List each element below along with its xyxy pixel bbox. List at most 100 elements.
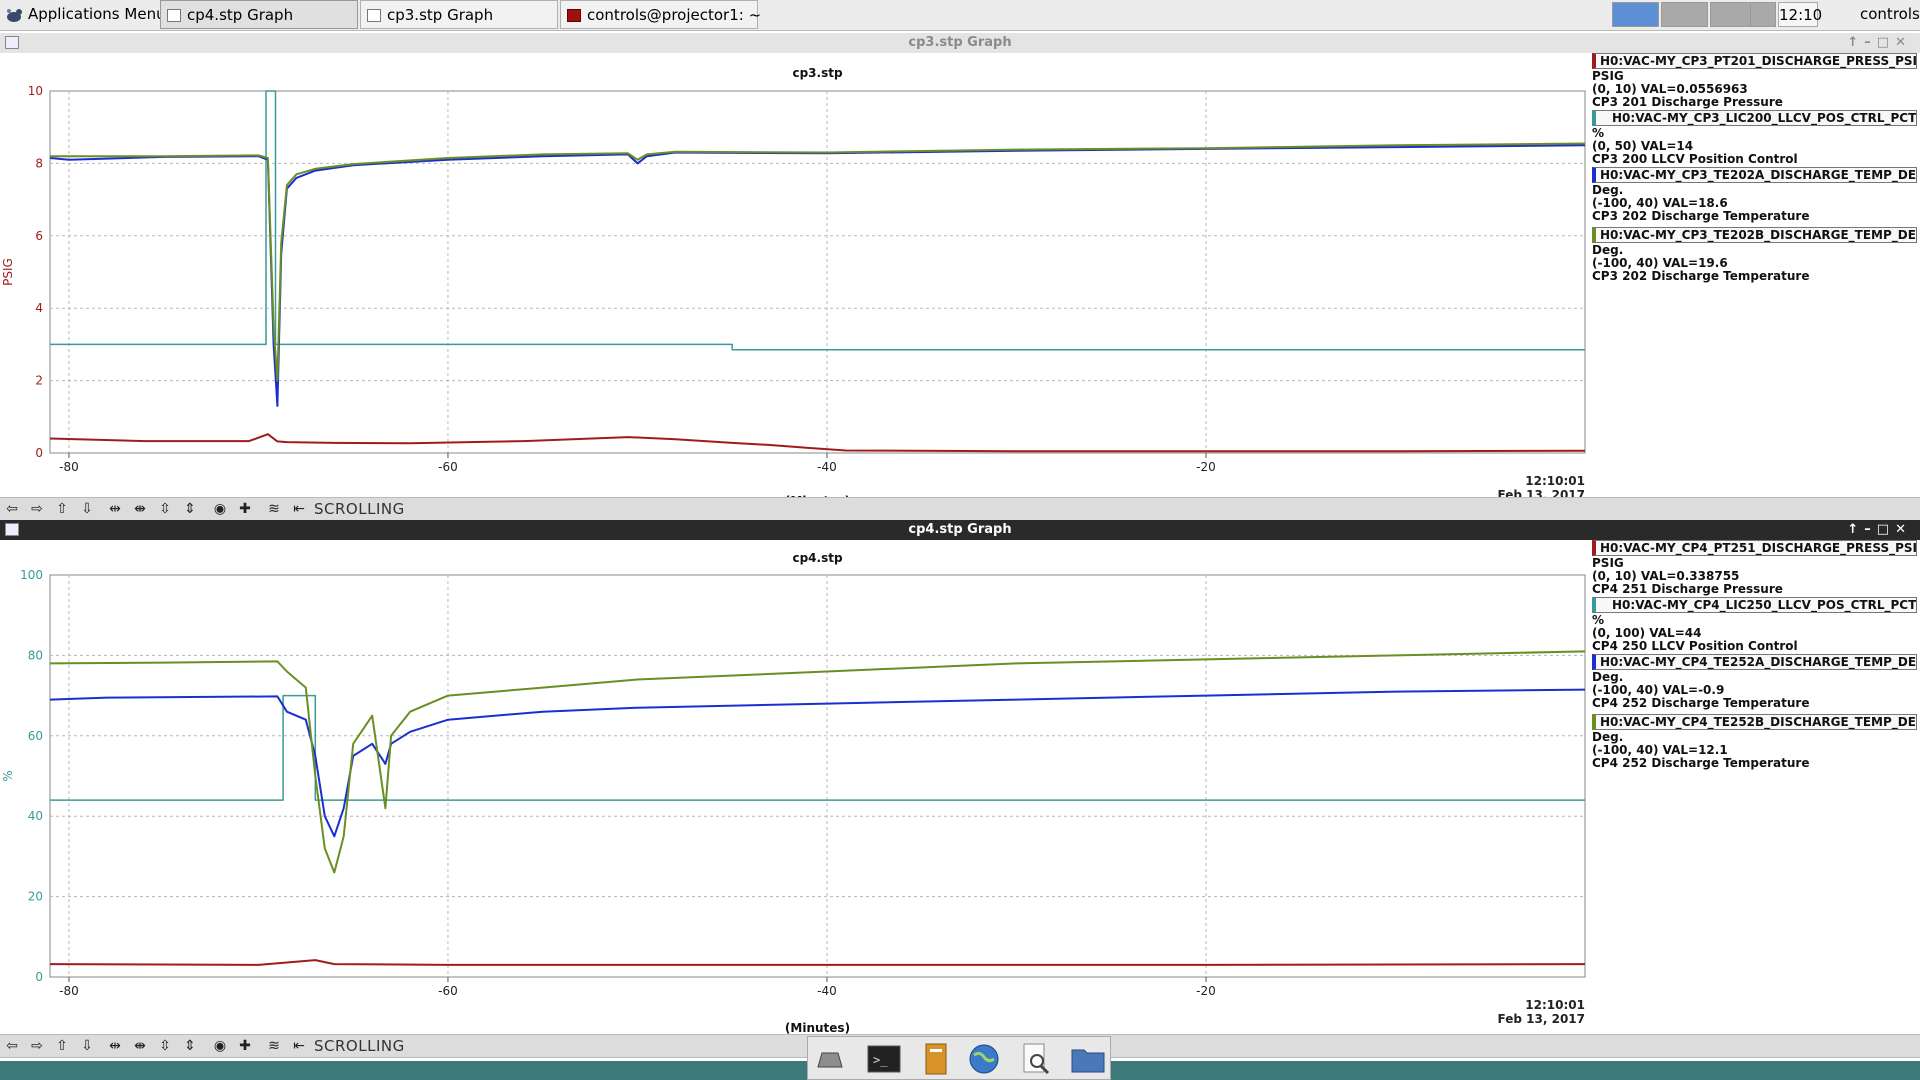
web-browser-icon[interactable] (966, 1041, 1002, 1077)
x-axis-label: (Minutes) (785, 1021, 850, 1035)
x-end-time-label: 12:10:01 (1525, 474, 1585, 488)
app-finder-icon[interactable] (1018, 1041, 1054, 1077)
add-icon[interactable]: ✚ (235, 1037, 255, 1055)
x-tick-label: -40 (817, 460, 837, 474)
scroll-to-end-icon[interactable]: ⇤ (289, 1037, 309, 1055)
y-tick-label: 40 (28, 809, 43, 823)
scroll-status: SCROLLING (314, 500, 405, 518)
x-tick-label: -40 (817, 984, 837, 998)
chart-title: cp3.stp (792, 66, 842, 80)
stop-icon[interactable]: ◉ (210, 1037, 230, 1055)
zoom-y-in-icon[interactable]: ⇳ (155, 1037, 175, 1055)
legend-channel-name[interactable]: H0:VAC-MY_CP3_TE202B_DISCHARGE_TEMP_DEGC (1592, 227, 1917, 243)
pan-down-icon[interactable]: ⇩ (77, 500, 97, 518)
minimize-icon[interactable]: – (1864, 35, 1877, 50)
legend-item[interactable]: H0:VAC-MY_CP3_TE202B_DISCHARGE_TEMP_DEGC… (1592, 227, 1917, 283)
file-manager-icon[interactable] (918, 1041, 954, 1077)
y-tick-label: 80 (28, 648, 43, 662)
task-terminal[interactable]: controls@projector1: ~ (560, 0, 761, 29)
workspace-4[interactable] (1750, 2, 1776, 27)
legend-item[interactable]: H0:VAC-MY_CP3_TE202A_DISCHARGE_TEMP_DEGC… (1592, 167, 1917, 223)
shade-icon[interactable]: ↑ (1847, 35, 1864, 50)
add-icon[interactable]: ✚ (235, 500, 255, 518)
legend-channel-name[interactable]: H0:VAC-MY_CP3_PT201_DISCHARGE_PRESS_PSIG (1592, 53, 1917, 69)
auto-scale-icon[interactable]: ≋ (264, 1037, 284, 1055)
task-label: cp3.stp Graph (387, 6, 494, 24)
window-menu-icon[interactable] (5, 523, 19, 536)
clock[interactable]: 12:10 (1778, 2, 1822, 27)
window-titlebar[interactable]: cp4.stp Graph ↑–□✕ (0, 520, 1920, 540)
folder-icon[interactable] (1070, 1041, 1106, 1077)
minimize-icon[interactable]: – (1864, 522, 1877, 537)
window-menu-icon[interactable] (5, 36, 19, 49)
task-cp4-graph[interactable]: cp4.stp Graph (160, 0, 358, 29)
chart-title: cp4.stp (792, 551, 842, 565)
cp4-graph-window: cp4.stp Graph ↑–□✕ 0 20 40 60 80 100 -80 -60 -40… (0, 520, 1920, 1036)
legend-item[interactable]: H0:VAC-MY_CP3_LIC200_LLCV_POS_CTRL_PCT%(… (1592, 110, 1917, 166)
zoom-x-in-icon[interactable]: ⇹ (105, 1037, 125, 1055)
graph-window-icon (167, 9, 181, 22)
zoom-x-out-icon[interactable]: ⇼ (130, 1037, 150, 1055)
legend-description: CP4 252 Discharge Temperature (1592, 696, 1810, 710)
close-icon[interactable]: ✕ (1895, 35, 1912, 50)
maximize-icon[interactable]: □ (1877, 522, 1895, 537)
x-tick-label: -20 (1196, 984, 1216, 998)
x-end-time-label: 12:10:01 (1525, 998, 1585, 1012)
legend-channel-name[interactable]: H0:VAC-MY_CP4_TE252B_DISCHARGE_TEMP_DEGC (1592, 714, 1917, 730)
task-cp3-graph[interactable]: cp3.stp Graph (360, 0, 558, 29)
x-tick-label: -60 (438, 984, 458, 998)
window-titlebar[interactable]: cp3.stp Graph ↑–□✕ (0, 33, 1920, 53)
legend-item[interactable]: H0:VAC-MY_CP3_PT201_DISCHARGE_PRESS_PSIG… (1592, 53, 1917, 109)
applications-menu[interactable]: Applications Menu (0, 0, 166, 29)
workspace-2[interactable] (1661, 2, 1708, 27)
auto-scale-icon[interactable]: ≋ (264, 500, 284, 518)
pan-left-icon[interactable]: ⇦ (2, 500, 22, 518)
pan-right-icon[interactable]: ⇨ (27, 1037, 47, 1055)
y-tick-label: 10 (28, 84, 43, 98)
stop-icon[interactable]: ◉ (210, 500, 230, 518)
pan-up-icon[interactable]: ⇧ (52, 1037, 72, 1055)
zoom-y-in-icon[interactable]: ⇳ (155, 500, 175, 518)
terminal-launcher-icon[interactable]: >_ (866, 1041, 902, 1077)
plot-toolbar: ⇦ ⇨ ⇧ ⇩ ⇹ ⇼ ⇳ ⇕ ◉ ✚ ≋ ⇤ SCROLLING (0, 497, 1920, 521)
scroll-to-end-icon[interactable]: ⇤ (289, 500, 309, 518)
legend-description: CP4 252 Discharge Temperature (1592, 756, 1810, 770)
shade-icon[interactable]: ↑ (1847, 522, 1864, 537)
show-desktop-icon[interactable] (812, 1041, 848, 1077)
legend-item[interactable]: H0:VAC-MY_CP4_TE252A_DISCHARGE_TEMP_DEGC… (1592, 654, 1917, 710)
zoom-x-out-icon[interactable]: ⇼ (130, 500, 150, 518)
zoom-x-in-icon[interactable]: ⇹ (105, 500, 125, 518)
legend-channel-name[interactable]: H0:VAC-MY_CP3_LIC200_LLCV_POS_CTRL_PCT (1592, 110, 1917, 126)
legend-description: CP3 202 Discharge Temperature (1592, 209, 1810, 223)
pan-down-icon[interactable]: ⇩ (77, 1037, 97, 1055)
legend-channel-name[interactable]: H0:VAC-MY_CP4_LIC250_LLCV_POS_CTRL_PCT (1592, 597, 1917, 613)
y-tick-label: 6 (35, 229, 43, 243)
zoom-y-out-icon[interactable]: ⇕ (180, 1037, 200, 1055)
legend-channel-name[interactable]: H0:VAC-MY_CP4_PT251_DISCHARGE_PRESS_PSIG (1592, 540, 1917, 556)
window-buttons: ↑–□✕ (1847, 520, 1912, 540)
legend-item[interactable]: H0:VAC-MY_CP4_TE252B_DISCHARGE_TEMP_DEGC… (1592, 714, 1917, 770)
x-tick-label: -80 (59, 984, 79, 998)
pan-up-icon[interactable]: ⇧ (52, 500, 72, 518)
y-tick-label: 20 (28, 890, 43, 904)
workspace-1[interactable] (1612, 2, 1659, 27)
legend-description: CP3 201 Discharge Pressure (1592, 95, 1783, 109)
x-tick-label: -80 (59, 460, 79, 474)
legend-item[interactable]: H0:VAC-MY_CP4_LIC250_LLCV_POS_CTRL_PCT%(… (1592, 597, 1917, 653)
y-axis-label: PSIG (1, 258, 15, 286)
legend-item[interactable]: H0:VAC-MY_CP4_PT251_DISCHARGE_PRESS_PSIG… (1592, 540, 1917, 596)
y-tick-label: 2 (35, 374, 43, 388)
pan-right-icon[interactable]: ⇨ (27, 500, 47, 518)
legend-channel-name[interactable]: H0:VAC-MY_CP3_TE202A_DISCHARGE_TEMP_DEGC (1592, 167, 1917, 183)
graph-window-icon (367, 9, 381, 22)
zoom-y-out-icon[interactable]: ⇕ (180, 500, 200, 518)
y-tick-label: 100 (20, 568, 43, 582)
window-title: cp4.stp Graph (908, 522, 1012, 537)
legend-channel-name[interactable]: H0:VAC-MY_CP4_TE252A_DISCHARGE_TEMP_DEGC (1592, 654, 1917, 670)
user-name[interactable]: controls (1860, 0, 1920, 29)
close-icon[interactable]: ✕ (1895, 522, 1912, 537)
task-label: cp4.stp Graph (187, 6, 294, 24)
maximize-icon[interactable]: □ (1877, 35, 1895, 50)
pan-left-icon[interactable]: ⇦ (2, 1037, 22, 1055)
window-buttons: ↑–□✕ (1847, 33, 1912, 53)
